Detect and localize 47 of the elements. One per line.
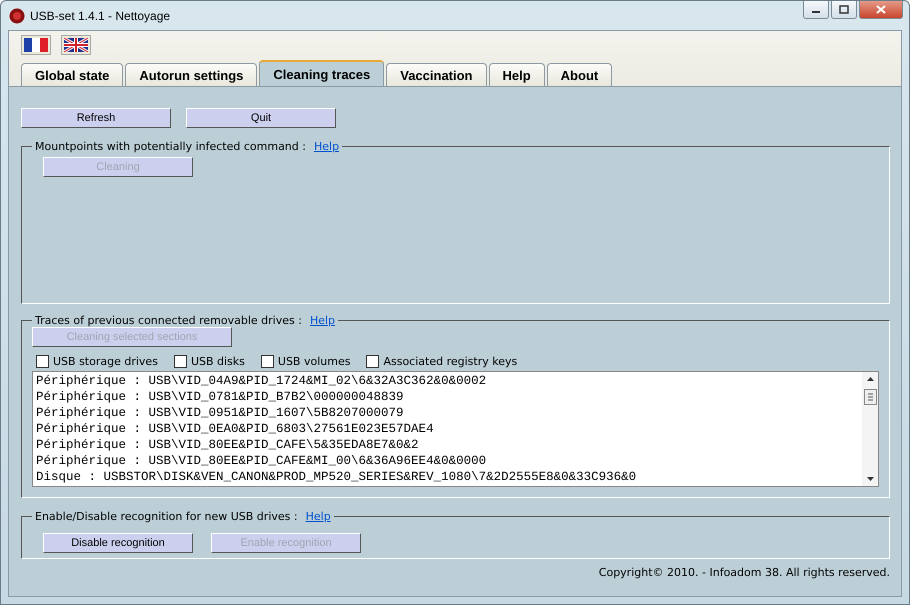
- checkbox-label: USB storage drives: [53, 355, 158, 368]
- minimize-button[interactable]: [803, 1, 829, 19]
- checkbox[interactable]: [36, 355, 49, 368]
- group-title: Enable/Disable recognition for new USB drives :: [35, 510, 298, 523]
- app-icon: [9, 8, 25, 24]
- checkbox[interactable]: [174, 355, 187, 368]
- group-title: Traces of previous connected removable drives :: [35, 314, 302, 327]
- tab[interactable]: Autorun settings: [125, 63, 258, 86]
- list-item[interactable]: Périphérique : USB\VID_0EA0&PID_6803\27561E023E57DAE4: [36, 421, 859, 437]
- list-item[interactable]: Périphérique : USB\VID_80EE&PID_CAFE&MI_00\6&36A96EE4&0&0000: [36, 453, 859, 469]
- french-flag-button[interactable]: [21, 35, 51, 55]
- window-title: USB-set 1.4.1 - Nettoyage: [30, 8, 170, 22]
- tab[interactable]: Cleaning traces: [259, 60, 384, 86]
- traces-list[interactable]: [32, 371, 879, 487]
- maximize-icon: [839, 5, 849, 14]
- scroll-down-icon: [866, 477, 874, 481]
- close-button[interactable]: [859, 1, 903, 19]
- help-link[interactable]: Help: [310, 314, 336, 327]
- action-button[interactable]: Refresh: [21, 108, 171, 128]
- checkbox-label: USB disks: [190, 355, 245, 368]
- list-item[interactable]: Disque : USBSTOR\DISK&VEN_CANON&PROD_MP520_SERIES&REV_1080\7&2D2555E8&0&33C936&0: [36, 469, 859, 485]
- close-icon: [876, 5, 886, 14]
- group-title: Mountpoints with potentially infected command :: [35, 140, 306, 153]
- french-flag-icon: [24, 38, 48, 52]
- checkbox-label: Associated registry keys: [383, 355, 518, 368]
- scroll-up-icon: [866, 377, 874, 381]
- list-item[interactable]: Périphérique : USB\VID_80EE&PID_CAFE\5&35EDA8E7&0&2: [36, 437, 859, 453]
- action-button[interactable]: Quit: [186, 108, 336, 128]
- tab[interactable]: Global state: [21, 63, 124, 86]
- help-link[interactable]: Help: [306, 510, 331, 523]
- list-item[interactable]: Périphérique : USB\VID_04A9&PID_1724&MI_02\6&32A3C362&0&0002: [36, 373, 859, 389]
- list-item[interactable]: Périphérique : USB\VID_0951&PID_1607\5B8207000079: [36, 405, 859, 421]
- maximize-button[interactable]: [831, 1, 857, 19]
- tab[interactable]: Help: [488, 63, 545, 86]
- help-link[interactable]: Help: [314, 140, 340, 153]
- tab[interactable]: Vaccination: [386, 63, 486, 86]
- copyright-text: Copyright© 2010. - Infoadom 38. All rights reserved.: [598, 566, 890, 579]
- list-item[interactable]: Périphérique : USB\VID_0781&PID_B7B2\000000048839: [36, 389, 859, 405]
- recognition-button[interactable]: Disable recognition: [43, 533, 193, 553]
- scrollbar[interactable]: [862, 372, 878, 486]
- uk-flag-icon: [64, 38, 88, 52]
- checkbox-label: USB volumes: [278, 355, 350, 368]
- tab[interactable]: About: [546, 63, 612, 86]
- checkbox[interactable]: [366, 355, 380, 368]
- uk-flag-button[interactable]: [61, 35, 91, 55]
- scroll-thumb-icon: [864, 389, 876, 405]
- checkbox[interactable]: [260, 355, 274, 368]
